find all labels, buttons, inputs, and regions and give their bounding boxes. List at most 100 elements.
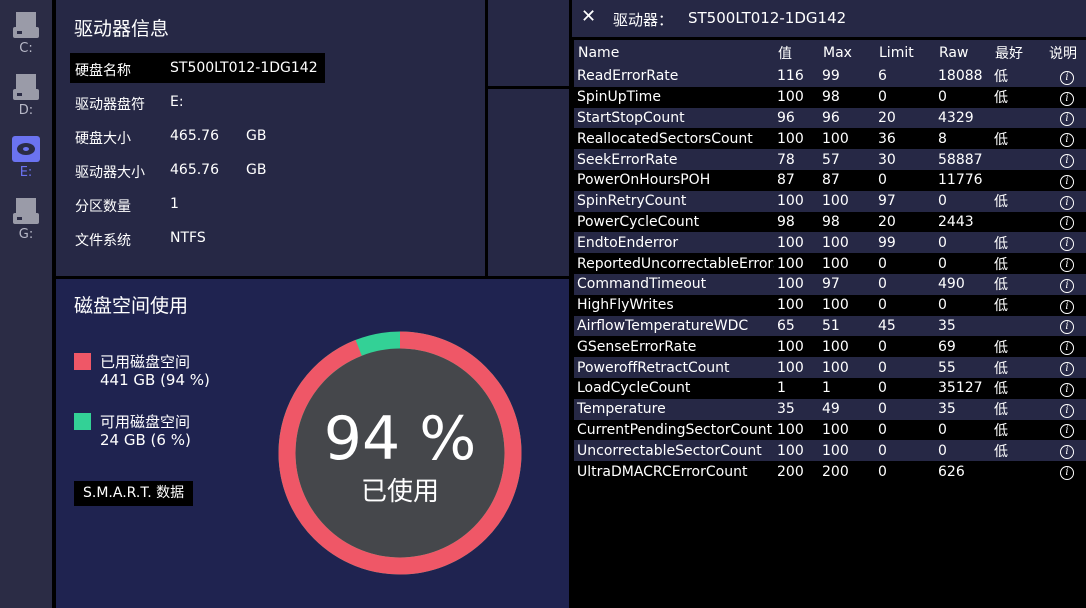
table-row[interactable]: GSenseErrorRate 100 100 0 69 低 i [574,336,1086,358]
info-icon[interactable]: i [1060,174,1074,189]
info-icon[interactable]: i [1060,133,1074,148]
col-header-raw[interactable]: Raw [935,40,991,66]
table-row[interactable]: EndtoEnderror 100 100 99 0 低 i [574,232,1086,254]
disk-usage-panel: 磁盘空间使用 已用磁盘空间 441 GB (94 %) 可用磁盘空间 24 GB… [56,279,569,608]
table-row[interactable]: CurrentPendingSectorCount 100 100 0 0 低 i [574,419,1086,441]
info-icon[interactable]: i [1060,195,1074,210]
table-row[interactable]: Temperature 35 49 0 35 低 i [574,398,1086,420]
info-icon[interactable]: i [1060,216,1074,231]
table-row[interactable]: ReadErrorRate 116 99 6 18088 低 i [574,66,1086,87]
cell-value: 100 [774,190,819,212]
cell-value: 98 [774,211,819,233]
info-value: 465.76 [170,162,219,178]
drive-item-c[interactable]: C: [0,10,52,56]
legend-used-value: 441 GB (94 %) [100,371,210,389]
cell-name: Temperature [574,398,774,420]
cell-value: 96 [774,107,819,129]
cell-name: ReallocatedSectorsCount [574,128,774,150]
info-icon[interactable]: i [1060,424,1074,439]
cell-max: 99 [819,66,875,87]
info-icon[interactable]: i [1060,466,1074,481]
info-icon[interactable]: i [1060,91,1074,106]
cell-name: LoadCycleCount [574,377,774,399]
cell-raw: 490 [935,273,991,295]
cell-best: 低 [991,419,1045,441]
info-icon[interactable]: i [1060,362,1074,377]
info-icon[interactable]: i [1060,403,1074,418]
drive-item-g[interactable]: G: [0,196,52,242]
cell-raw: 2443 [935,211,991,233]
info-icon[interactable]: i [1060,278,1074,293]
table-row[interactable]: SeekErrorRate 78 57 30 58887 i [574,149,1086,170]
cell-raw: 8 [935,128,991,150]
col-header-best[interactable]: 最好 [991,40,1045,66]
info-icon[interactable]: i [1060,341,1074,356]
cell-value: 100 [774,253,819,274]
table-row[interactable]: SpinUpTime 100 98 0 0 低 i [574,86,1086,108]
table-row[interactable]: HighFlyWrites 100 100 0 0 低 i [574,294,1086,316]
drive-info-panel: 驱动器信息 硬盘名称 ST500LT012-1DG142 驱动器盘符 E: 硬盘… [56,0,485,276]
col-header-max[interactable]: Max [819,40,875,66]
table-row[interactable]: ReportedUncorrectableErrors 100 100 0 0 低 i [574,253,1086,274]
table-row[interactable]: AirflowTemperatureWDC 65 51 45 35 i [574,315,1086,337]
col-header-value[interactable]: 值 [774,40,819,66]
table-row[interactable]: PowerCycleCount 98 98 20 2443 i [574,211,1086,233]
col-header-name[interactable]: Name [574,40,774,66]
info-icon[interactable]: i [1060,154,1074,169]
cell-description: i [1045,336,1086,358]
table-row[interactable]: ReallocatedSectorsCount 100 100 36 8 低 i [574,128,1086,150]
cell-best: 低 [991,294,1045,316]
table-row[interactable]: LoadCycleCount 1 1 0 35127 低 i [574,377,1086,399]
cell-best [991,169,1045,191]
cell-best: 低 [991,232,1045,254]
info-icon[interactable]: i [1060,237,1074,252]
info-icon[interactable]: i [1060,445,1074,460]
smart-table: Name 值 Max Limit Raw 最好 说明 ReadErrorRate… [574,40,1086,482]
cell-max: 100 [819,190,875,212]
cell-limit: 0 [875,273,935,295]
cell-best: 低 [991,377,1045,399]
table-row[interactable]: CommandTimeout 100 97 0 490 低 i [574,273,1086,295]
cell-limit: 0 [875,357,935,378]
cell-name: SpinRetryCount [574,190,774,212]
info-icon[interactable]: i [1060,112,1074,127]
cell-limit: 30 [875,149,935,170]
table-row[interactable]: UltraDMACRCErrorCount 200 200 0 626 i [574,461,1086,482]
cell-name: ReadErrorRate [574,66,774,87]
table-row[interactable]: SpinRetryCount 100 100 97 0 低 i [574,190,1086,212]
cell-value: 65 [774,315,819,337]
cell-best: 低 [991,398,1045,420]
cell-name: PowerCycleCount [574,211,774,233]
table-row[interactable]: StartStopCount 96 96 20 4329 i [574,107,1086,129]
hard-drive-icon [13,74,39,100]
info-row-disk-name[interactable]: 硬盘名称 ST500LT012-1DG142 [70,53,325,83]
col-header-description[interactable]: 说明 [1045,40,1086,66]
info-icon[interactable]: i [1060,382,1074,397]
cell-description: i [1045,357,1086,378]
table-row[interactable]: UncorrectableSectorCount 100 100 0 0 低 i [574,440,1086,462]
hard-drive-active-icon [12,136,40,162]
cell-description: i [1045,190,1086,212]
info-icon[interactable]: i [1060,258,1074,273]
cell-max: 200 [819,461,875,482]
cell-max: 57 [819,149,875,170]
table-row[interactable]: PowerOnHoursPOH 87 87 0 11776 i [574,169,1086,191]
cell-name: ReportedUncorrectableErrors [574,253,774,274]
info-icon[interactable]: i [1060,320,1074,335]
close-icon[interactable]: ✕ [581,6,596,27]
drive-item-e[interactable]: E: [0,134,52,180]
cell-raw: 0 [935,440,991,462]
col-header-limit[interactable]: Limit [875,40,935,66]
info-icon[interactable]: i [1060,70,1074,85]
drive-info-title: 驱动器信息 [74,18,170,40]
smart-data-button[interactable]: S.M.A.R.T. 数据 [74,481,194,506]
table-row[interactable]: PoweroffRetractCount 100 100 0 55 低 i [574,357,1086,378]
cell-raw: 0 [935,232,991,254]
cell-value: 87 [774,169,819,191]
smart-table-body: ReadErrorRate 116 99 6 18088 低 i SpinUpTime 100 9… [574,66,1086,482]
info-icon[interactable]: i [1060,299,1074,314]
cell-name: HighFlyWrites [574,294,774,316]
drive-item-d[interactable]: D: [0,72,52,118]
info-unit: GB [246,162,267,178]
cell-name: PowerOnHoursPOH [574,169,774,191]
